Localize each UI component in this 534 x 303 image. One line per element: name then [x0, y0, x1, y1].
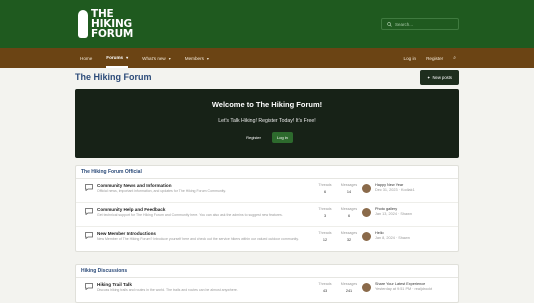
forum-row[interactable]: Hiking Trail Talk Discuss hiking trails …: [76, 278, 458, 302]
chevron-down-icon[interactable]: ▾: [169, 56, 171, 61]
avatar[interactable]: [362, 208, 371, 217]
last-post-meta: Dec 31, 2023 · Kodiak1: [375, 188, 415, 193]
forum-row[interactable]: Community Help and Feedback Get technica…: [76, 203, 458, 227]
forum-title[interactable]: Community Help and Feedback: [97, 207, 165, 212]
last-post[interactable]: Share Your Latest Experience Yesterday at…: [362, 282, 432, 292]
threads-stat: Threads 12: [318, 231, 332, 242]
chevron-down-icon[interactable]: ▾: [207, 56, 209, 61]
last-post[interactable]: Photo gallery Jan 13, 2024 · Shawn: [362, 207, 412, 217]
welcome-banner: Welcome to The Hiking Forum! Let's Talk …: [75, 89, 459, 158]
register-link[interactable]: Register: [426, 56, 443, 61]
logo-line-3: FORUM: [91, 28, 134, 40]
forum-row[interactable]: New Member Introductions New Member of T…: [76, 227, 458, 251]
last-post[interactable]: Happy New Year Dec 31, 2023 · Kodiak1: [362, 183, 415, 193]
forum-description: Get technical support for The Hiking For…: [97, 213, 283, 217]
category-block: The Hiking Forum Official Community News…: [75, 165, 459, 252]
login-link[interactable]: Log in: [404, 56, 417, 61]
threads-stat: Threads 43: [318, 282, 332, 293]
welcome-text: Let's Talk Hiking! Register Today! It's …: [218, 118, 316, 124]
forum-title[interactable]: Community News and Information: [97, 183, 172, 188]
threads-stat: Threads 6: [318, 183, 332, 194]
forum-description: Official news, important information, an…: [97, 189, 226, 193]
search-icon[interactable]: ⌕: [453, 55, 456, 61]
messages-stat: Messages 14: [340, 183, 358, 194]
forum-chat-icon: [85, 184, 93, 191]
welcome-login-button[interactable]: Log in: [272, 132, 293, 143]
welcome-title: Welcome to The Hiking Forum!: [211, 100, 323, 109]
category-block: Hiking Discussions Hiking Trail Talk Dis…: [75, 264, 459, 303]
nav-item-members[interactable]: Members ▾: [185, 48, 209, 68]
avatar[interactable]: [362, 283, 371, 292]
nav-item-whats-new[interactable]: What's new ▾: [142, 48, 171, 68]
nav-item-forums[interactable]: Forums ▾: [106, 48, 129, 68]
last-post-meta: Jan 8, 2024 · Shawn: [375, 236, 410, 241]
page-title: The Hiking Forum: [75, 72, 152, 82]
welcome-register-button[interactable]: Register: [241, 132, 266, 143]
site-logo[interactable]: THE HIKING FORUM: [78, 9, 133, 39]
hiking-boot-icon: [78, 10, 88, 38]
search-icon: [387, 21, 392, 27]
search-input[interactable]: Search...: [381, 18, 459, 30]
forum-chat-icon: [85, 208, 93, 215]
site-header: THE HIKING FORUM Search...: [0, 0, 534, 48]
chevron-down-icon[interactable]: ▾: [126, 55, 128, 60]
last-post[interactable]: Hello Jan 8, 2024 · Shawn: [362, 231, 410, 241]
forum-description: New Member of The Hiking Forum? Introduc…: [97, 237, 299, 241]
threads-stat: Threads 3: [318, 207, 332, 218]
messages-stat: Messages 241: [340, 282, 358, 293]
category-title[interactable]: The Hiking Forum Official: [76, 166, 458, 179]
last-post-meta: Yesterday at 9:51 PM · realjdrockt: [375, 287, 433, 292]
nav-item-home[interactable]: Home: [80, 48, 92, 68]
forum-title[interactable]: Hiking Trail Talk: [97, 282, 132, 287]
forum-title[interactable]: New Member Introductions: [97, 231, 156, 236]
avatar[interactable]: [362, 232, 371, 241]
messages-stat: Messages 32: [340, 231, 358, 242]
messages-stat: Messages 6: [340, 207, 358, 218]
forum-chat-icon: [85, 232, 93, 239]
last-post-meta: Jan 13, 2024 · Shawn: [375, 212, 412, 217]
avatar[interactable]: [362, 184, 371, 193]
main-navigation: Home Forums ▾ What's new ▾ Members ▾ Log in…: [0, 48, 534, 68]
forum-row[interactable]: Community News and Information Official …: [76, 179, 458, 203]
search-placeholder: Search...: [395, 21, 414, 27]
new-posts-button[interactable]: ✦ New posts: [420, 70, 459, 85]
forum-chat-icon: [85, 283, 93, 290]
forum-description: Discuss hiking trails and routes in the …: [97, 288, 238, 292]
category-title[interactable]: Hiking Discussions: [76, 265, 458, 278]
lightning-icon: ✦: [426, 75, 431, 80]
